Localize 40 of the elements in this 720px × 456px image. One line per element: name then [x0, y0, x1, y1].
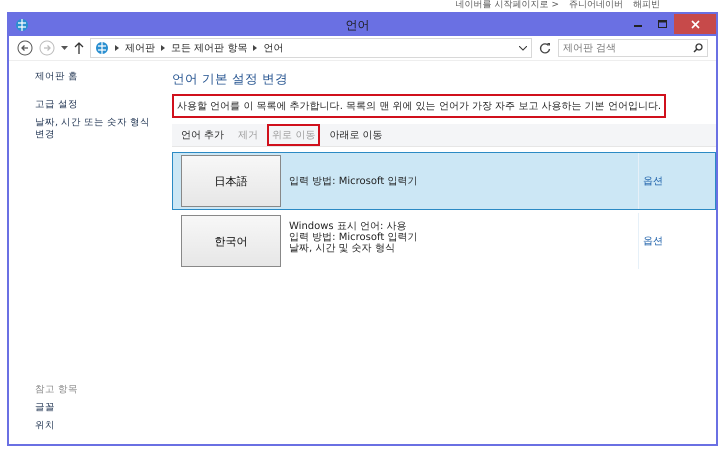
options-link[interactable]: 옵션 — [639, 153, 715, 209]
toolbar-button[interactable]: 언어 추가 — [176, 124, 230, 146]
description-text: 사용할 언어를 이 목록에 추가합니다. 목록의 맨 위에 있는 언어가 가장 자주 보고 사용하는 기본 언어입니다. — [172, 94, 666, 118]
chevron-icon — [115, 44, 119, 50]
window-title: 언어 — [344, 16, 370, 34]
language-detail: 입력 방법: Microsoft 입력기 — [289, 176, 418, 186]
language-detail: Windows 표시 언어: 사용 — [289, 221, 408, 232]
breadcrumb[interactable]: 제어판 — [125, 41, 155, 55]
maximize-icon — [658, 20, 666, 28]
close-button[interactable] — [674, 14, 716, 34]
language-row[interactable]: 한국어 Windows 표시 언어: 사용 입력 방법: Microsoft 입력기 날짜, 시간 및 숫자 형식 옵션 — [172, 212, 716, 270]
sidebar-link[interactable]: 위치 — [35, 420, 160, 432]
sidebar-link[interactable]: 제어판 홈 — [35, 71, 160, 83]
search-field[interactable]: 제어판 검색 — [558, 39, 708, 57]
back-button[interactable] — [17, 40, 33, 56]
language-button[interactable]: 日本語 — [181, 155, 281, 207]
options-link[interactable]: 옵션 — [639, 213, 715, 269]
language-button[interactable]: 한국어 — [181, 215, 281, 267]
close-icon — [690, 20, 700, 28]
sidebar-link[interactable]: 고급 설정 — [35, 99, 160, 111]
up-button[interactable] — [74, 42, 84, 54]
language-row[interactable]: 日本語 입력 방법: Microsoft 입력기 옵션 — [172, 152, 716, 210]
search-icon — [693, 43, 703, 53]
refresh-button[interactable] — [538, 41, 552, 55]
history-dropdown-icon[interactable] — [519, 46, 527, 50]
sidebar-link[interactable]: 날짜, 시간 또는 숫자 형식 변경 — [35, 117, 160, 141]
section-heading: 참고 항목 — [35, 383, 80, 396]
page-title: 언어 기본 설정 변경 — [172, 71, 289, 88]
breadcrumb[interactable]: 언어 — [263, 41, 284, 55]
toolbar-button[interactable]: 아래로 이동 — [324, 124, 388, 146]
chevron-icon — [161, 44, 165, 50]
language-detail: 날짜, 시간 및 숫자 형식 — [289, 243, 396, 254]
chevron-icon — [253, 44, 258, 50]
breadcrumb[interactable]: 모든 제어판 항목 — [171, 41, 248, 55]
address-bar[interactable]: 제어판 모든 제어판 항목 언어 — [90, 38, 532, 58]
control-panel-icon — [95, 41, 109, 55]
dropdown-icon[interactable] — [61, 46, 68, 50]
app-icon — [15, 18, 29, 32]
sidebar-link[interactable]: 글꼴 — [35, 402, 160, 414]
language-detail: 입력 방법: Microsoft 입력기 — [289, 232, 418, 243]
